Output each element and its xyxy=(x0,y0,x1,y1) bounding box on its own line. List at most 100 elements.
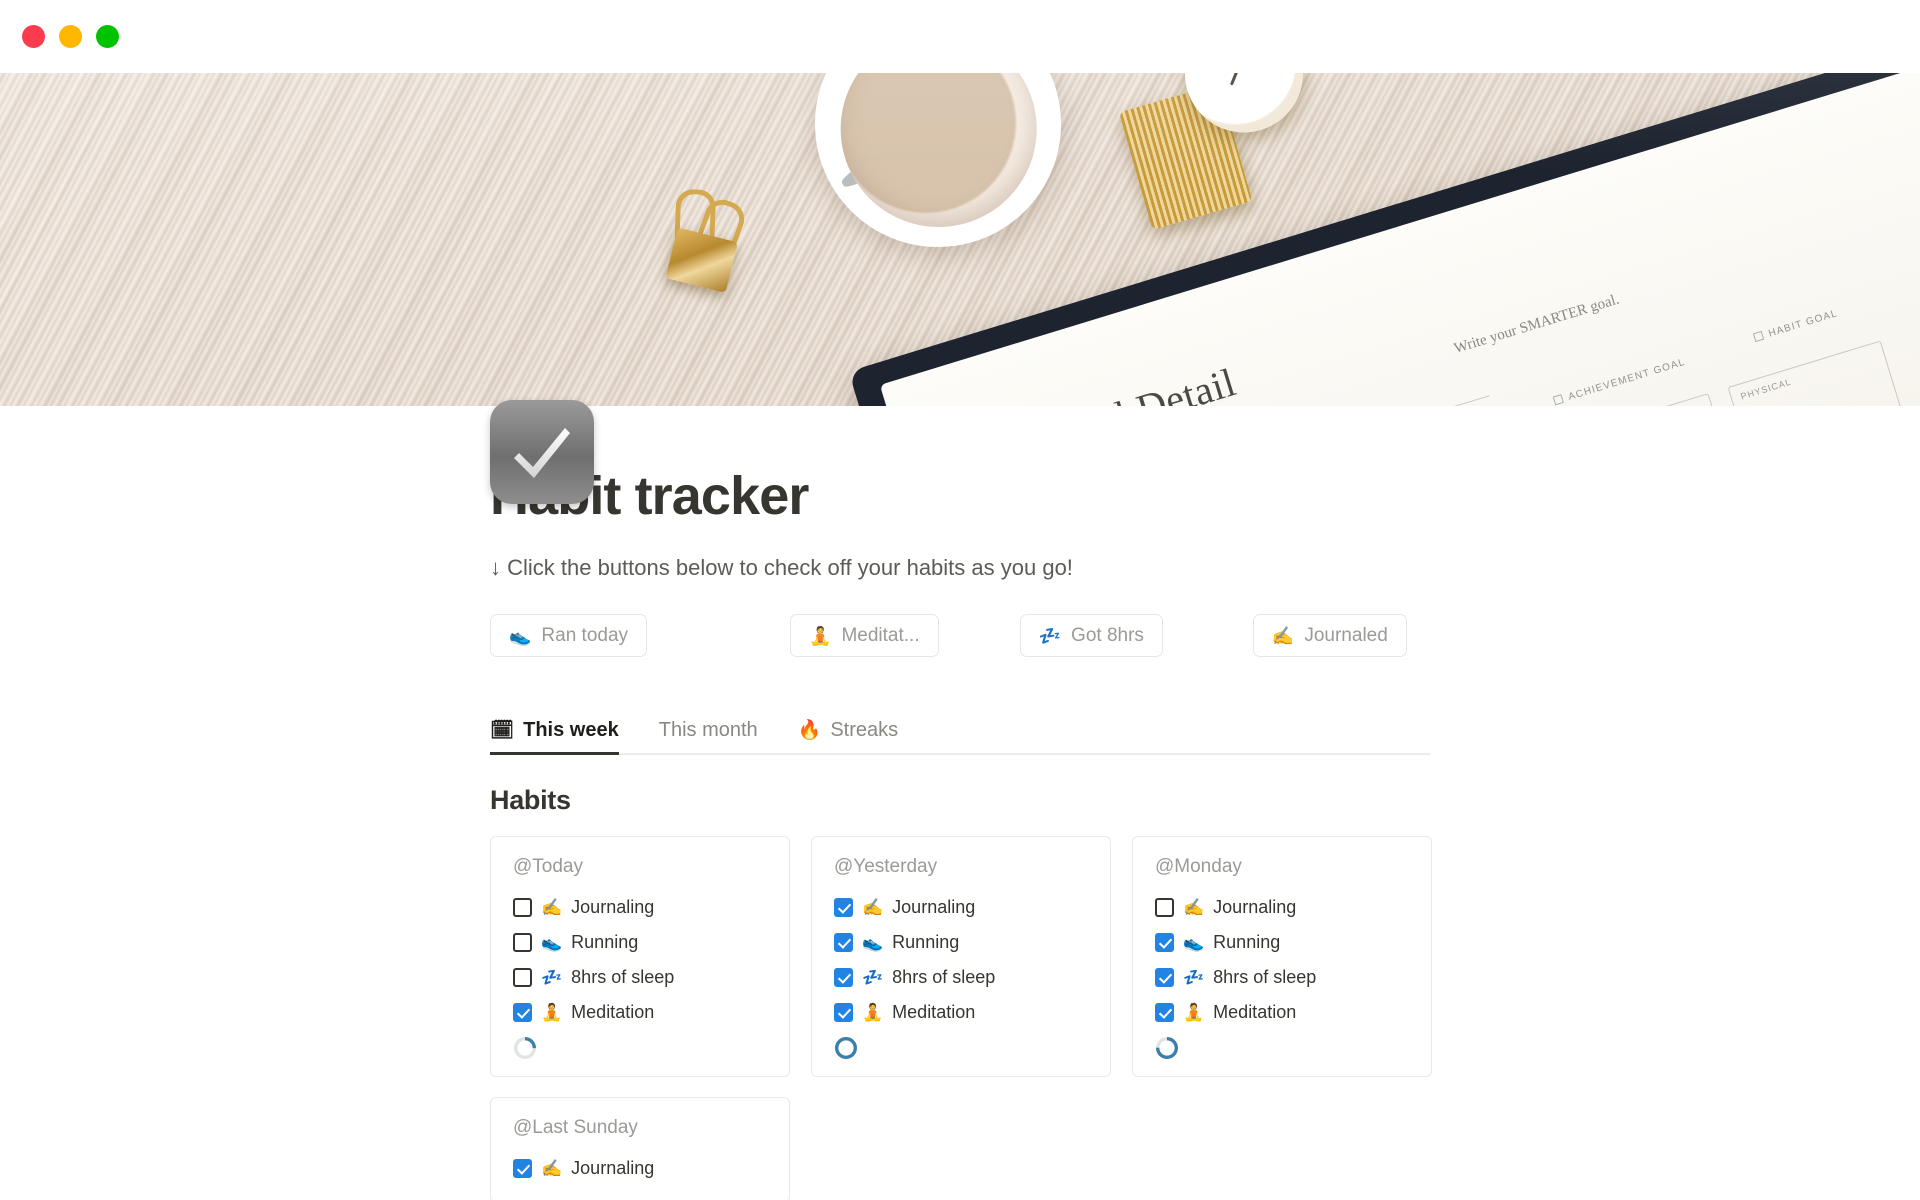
habit-progress-ring xyxy=(1155,1036,1179,1060)
habit-emoji-icon: ✍️ xyxy=(1183,898,1205,918)
habit-checkbox[interactable] xyxy=(513,968,532,988)
section-title-habits: Habits xyxy=(490,785,571,816)
habit-card-title: @Monday xyxy=(1155,856,1242,878)
habit-row: 💤 8hrs of sleep xyxy=(834,960,1088,995)
cup-mark xyxy=(945,111,1019,159)
tab-this-month[interactable]: This month xyxy=(659,719,770,753)
tab-streaks[interactable]: 🔥 Streaks xyxy=(798,719,910,753)
habit-label: Journaling xyxy=(1213,897,1297,918)
wrist-watch xyxy=(1099,73,1328,232)
habit-label: 8hrs of sleep xyxy=(571,967,675,988)
habit-emoji-icon: ✍️ xyxy=(541,898,563,918)
habit-card: @Yesterday ✍️ Journaling 👟 Running 💤 8hrs of s… xyxy=(811,836,1111,1078)
habit-row: 💤 8hrs of sleep xyxy=(513,960,767,995)
page-title: Habit tracker xyxy=(490,466,809,526)
tab-label: Streaks xyxy=(830,719,899,742)
habit-checkbox[interactable] xyxy=(513,1003,532,1023)
close-button[interactable] xyxy=(22,25,45,48)
habit-progress-ring xyxy=(834,1036,858,1060)
habit-label: Running xyxy=(1213,932,1281,953)
quick-action-label: Meditat... xyxy=(841,624,920,646)
habit-checkbox[interactable] xyxy=(834,968,853,988)
habit-label: Running xyxy=(892,932,960,953)
calendar-icon: 🗓 xyxy=(490,720,515,742)
habit-checkbox[interactable] xyxy=(513,933,532,953)
quick-action-ran-today[interactable]: 👟 Ran today xyxy=(490,614,648,658)
habit-label: Journaling xyxy=(571,897,655,918)
habit-row: ✍️ Journaling xyxy=(834,890,1088,925)
habit-card-title: @Yesterday xyxy=(834,856,938,878)
fire-icon: 🔥 xyxy=(797,720,822,742)
habit-row: 🧘 Meditation xyxy=(513,995,767,1030)
writing-hand-icon: ✍️ xyxy=(1271,625,1295,646)
habit-checkbox[interactable] xyxy=(1155,898,1174,918)
habit-checkbox[interactable] xyxy=(513,1159,532,1179)
habit-checkbox[interactable] xyxy=(834,933,853,953)
sleep-icon: 💤 xyxy=(1038,625,1062,646)
habit-checkbox[interactable] xyxy=(834,1003,853,1023)
habit-row: 🧘 Meditation xyxy=(1155,995,1409,1030)
checkmark-icon xyxy=(490,400,594,504)
cup-mark xyxy=(839,145,902,191)
habit-label: 8hrs of sleep xyxy=(892,967,996,988)
watch-minute-hand xyxy=(1229,73,1245,86)
habit-emoji-icon: 💤 xyxy=(1183,968,1205,988)
notebook-smarter-note: Write your SMARTER goal. xyxy=(1452,291,1622,358)
habit-label: Journaling xyxy=(571,1158,655,1179)
maximize-button[interactable] xyxy=(96,25,119,48)
quick-action-journaled[interactable]: ✍️ Journaled xyxy=(1252,614,1407,658)
tab-label: This month xyxy=(658,719,758,742)
checkbox-glyph xyxy=(1752,330,1765,343)
checkbox-glyph xyxy=(1552,394,1564,406)
habit-label: Running xyxy=(571,932,639,953)
habit-card: @Last Sunday ✍️ Journaling xyxy=(490,1097,790,1200)
habit-emoji-icon: 💤 xyxy=(862,968,884,988)
habit-checkbox[interactable] xyxy=(1155,933,1174,953)
tab-this-week[interactable]: 🗓 This week xyxy=(490,719,631,756)
habit-row: ✍️ Journaling xyxy=(513,1151,767,1186)
habit-emoji-icon: 👟 xyxy=(862,933,884,953)
habit-emoji-icon: ✍️ xyxy=(862,898,884,918)
desk-photo: ◎ Goal Detail Goal Summary Write your SM… xyxy=(0,73,1920,406)
quick-action-button-row: 👟 Ran today 🧘 Meditat... 💤 Got 8hrs ✍️ J… xyxy=(490,614,1920,658)
habit-checkbox[interactable] xyxy=(1155,968,1174,988)
habit-checkbox[interactable] xyxy=(834,898,853,918)
habit-progress-ring xyxy=(513,1036,537,1060)
notebook-title-text: Goal Detail xyxy=(1045,359,1241,406)
habit-row: ✍️ Journaling xyxy=(513,890,767,925)
habit-checkbox[interactable] xyxy=(1155,1003,1174,1023)
habit-emoji-icon: 👟 xyxy=(541,933,563,953)
notebook-achievement-row: ACHIEVEMENT GOAL xyxy=(1552,357,1687,406)
window-titlebar xyxy=(0,0,1920,73)
habit-emoji-icon: 💤 xyxy=(541,968,563,988)
page-content: Habit tracker ↓ Click the buttons below … xyxy=(0,400,1920,1200)
quick-action-got-8hrs[interactable]: 💤 Got 8hrs xyxy=(1019,614,1163,658)
habit-emoji-icon: 🧘 xyxy=(541,1003,563,1023)
habit-label: Meditation xyxy=(1213,1002,1297,1023)
coffee-cup xyxy=(799,73,1077,263)
habit-emoji-icon: 🧘 xyxy=(862,1003,884,1023)
quick-action-label: Got 8hrs xyxy=(1071,624,1144,646)
meditation-icon: 🧘 xyxy=(809,625,832,646)
quick-action-label: Journaled xyxy=(1304,624,1388,646)
minimize-button[interactable] xyxy=(59,25,82,48)
habit-row: 👟 Running xyxy=(1155,925,1409,960)
habit-row: 🧘 Meditation xyxy=(834,995,1088,1030)
habit-row: 💤 8hrs of sleep xyxy=(1155,960,1409,995)
habit-checkbox[interactable] xyxy=(513,898,532,918)
habit-label: 8hrs of sleep xyxy=(1213,967,1317,988)
notebook-habit-row: HABIT GOAL xyxy=(1752,308,1839,344)
habit-cards-grid: @Today ✍️ Journaling 👟 Running 💤 8hrs of sleep… xyxy=(490,836,1432,1200)
quick-action-meditated[interactable]: 🧘 Meditat... xyxy=(790,614,939,658)
view-tabs: 🗓 This week This month 🔥 Streaks xyxy=(490,719,1430,756)
page-subtitle: ↓ Click the buttons below to check off y… xyxy=(490,555,1073,581)
notebook-title: ◎ Goal Detail xyxy=(1009,358,1241,406)
habit-row: 👟 Running xyxy=(513,925,767,960)
habit-row: 👟 Running xyxy=(834,925,1088,960)
running-shoe-icon: 👟 xyxy=(509,625,532,646)
habit-label: Journaling xyxy=(892,897,976,918)
habit-card-title: @Last Sunday xyxy=(513,1117,638,1139)
habit-emoji-icon: 👟 xyxy=(1183,933,1205,953)
habit-card: @Monday ✍️ Journaling 👟 Running 💤 8hrs of slee… xyxy=(1132,836,1432,1078)
habit-card-title: @Today xyxy=(513,856,583,878)
